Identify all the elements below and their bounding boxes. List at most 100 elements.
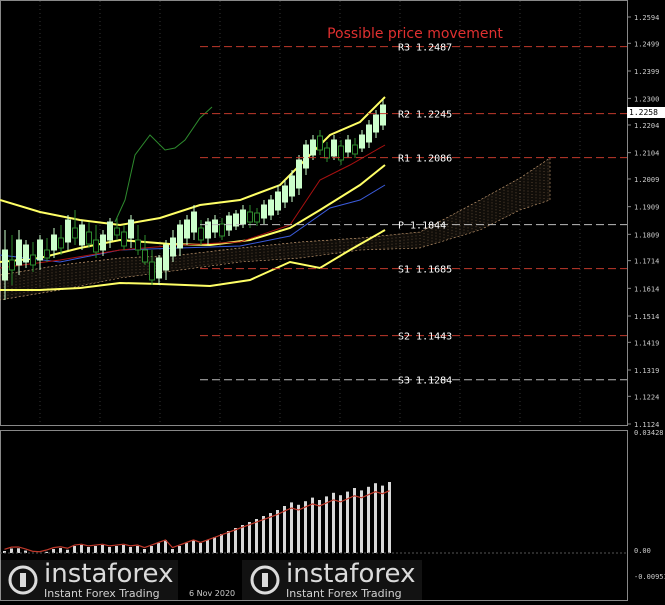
histogram-bar bbox=[353, 488, 356, 553]
watermark-sub: Instant Forex Trading bbox=[44, 587, 160, 600]
trading-chart[interactable]: R3 1.2487 R2 1.2245 R1 1.2086 P 1.1844 S1 1.… bbox=[0, 0, 665, 605]
candle-body bbox=[345, 139, 351, 153]
candle-body bbox=[219, 223, 225, 237]
histogram-bar bbox=[360, 490, 363, 553]
candle-body bbox=[352, 144, 358, 155]
histogram-bar bbox=[220, 534, 223, 553]
candle-body bbox=[254, 212, 260, 223]
candle-body bbox=[79, 224, 85, 246]
price-tick-label: 1.1714 bbox=[634, 258, 659, 266]
candle-body bbox=[289, 175, 295, 197]
candle-body bbox=[16, 239, 22, 266]
candle-body bbox=[177, 224, 183, 249]
histogram-bar bbox=[339, 495, 342, 553]
price-tick-label: 1.1419 bbox=[634, 339, 659, 347]
candle-body bbox=[261, 204, 267, 219]
price-tick-label: 1.2499 bbox=[634, 40, 659, 48]
histogram-bar bbox=[325, 496, 328, 553]
watermark-right: instaforex Instant Forex Trading bbox=[242, 560, 422, 600]
histogram-bar bbox=[283, 506, 286, 553]
price-tick-label: 1.2204 bbox=[634, 122, 659, 130]
instaforex-logo-icon bbox=[8, 565, 38, 595]
histogram-bar bbox=[269, 513, 272, 553]
price-tick-label: 1.1319 bbox=[634, 367, 659, 375]
histogram-bar bbox=[171, 549, 174, 553]
histogram-bar bbox=[52, 549, 55, 553]
price-tick-label: 1.1124 bbox=[634, 421, 659, 429]
candle-body bbox=[44, 249, 50, 259]
histogram-bar bbox=[276, 510, 279, 553]
histogram-bar bbox=[192, 540, 195, 553]
histogram-bar bbox=[115, 546, 118, 553]
pivot-level-label: S1 1.1685 bbox=[398, 265, 452, 276]
histogram-bar bbox=[262, 516, 265, 553]
candle-body bbox=[317, 135, 323, 151]
date-axis-label: 6 Nov 2020 bbox=[189, 589, 236, 598]
histogram-bar bbox=[94, 546, 97, 553]
histogram-bar bbox=[136, 546, 139, 553]
price-tick-label: 1.1224 bbox=[634, 393, 659, 401]
histogram-bar bbox=[185, 543, 188, 553]
candle-body bbox=[184, 219, 190, 239]
histogram-bar bbox=[150, 546, 153, 553]
histogram-bar bbox=[108, 547, 111, 553]
candle-body bbox=[156, 257, 162, 279]
histogram-bar bbox=[129, 547, 132, 553]
candle-body bbox=[149, 261, 155, 281]
candle-body bbox=[310, 139, 316, 156]
histogram-bar bbox=[367, 486, 370, 553]
histogram-bar bbox=[332, 492, 335, 553]
price-tick-label: 1.2594 bbox=[634, 14, 659, 22]
histogram-bar bbox=[318, 500, 321, 553]
instaforex-logo-icon bbox=[250, 565, 280, 595]
price-tick-label: 1.1909 bbox=[634, 204, 659, 212]
candle-body bbox=[303, 144, 309, 169]
price-axis: 1.2594 1.2499 1.2399 1.2300 1.2204 1.2104 1.20… bbox=[627, 14, 665, 581]
candle-body bbox=[296, 159, 302, 189]
candle-body bbox=[72, 227, 78, 239]
price-tick-label: 1.2399 bbox=[634, 68, 659, 76]
indicator-histogram bbox=[0, 482, 627, 554]
histogram-bar bbox=[206, 540, 209, 553]
pivot-level-label: S2 1.1443 bbox=[398, 332, 452, 343]
candle-body bbox=[240, 209, 246, 225]
histogram-bar bbox=[122, 545, 125, 553]
candle-body bbox=[37, 239, 43, 261]
watermark-left: instaforex Instant Forex Trading bbox=[0, 560, 178, 600]
pivot-level-label: R3 1.2487 bbox=[398, 43, 452, 54]
candle-body bbox=[65, 219, 71, 243]
candle-body bbox=[163, 244, 169, 271]
price-tick-label: 1.2300 bbox=[634, 95, 659, 103]
candle-body bbox=[2, 249, 8, 281]
candle-body bbox=[51, 234, 57, 251]
price-tick-label: 1.1809 bbox=[634, 231, 659, 239]
candle-body bbox=[373, 114, 379, 133]
current-price-tag: 1.2258 bbox=[627, 107, 665, 118]
histogram-bar bbox=[241, 525, 244, 553]
candle-body bbox=[247, 211, 253, 223]
candle-body bbox=[191, 211, 197, 233]
histogram-bar bbox=[346, 491, 349, 553]
candle-body bbox=[114, 227, 120, 236]
histogram-bar bbox=[80, 545, 83, 553]
candle-body bbox=[366, 124, 372, 143]
candle-body bbox=[30, 254, 36, 266]
histogram-bar bbox=[234, 528, 237, 553]
histogram-bar bbox=[374, 483, 377, 553]
candle-body bbox=[86, 231, 92, 245]
histogram-bar bbox=[381, 485, 384, 553]
pivot-level-label: R2 1.2245 bbox=[398, 110, 452, 121]
indicator-tick-label: -0.00951 bbox=[634, 573, 665, 581]
candle-body bbox=[135, 239, 141, 251]
candle-body bbox=[23, 244, 29, 263]
price-tick-label: 1.2104 bbox=[634, 150, 659, 158]
price-tick-label: 1.1614 bbox=[634, 285, 659, 293]
candle-body bbox=[121, 231, 127, 247]
signal-line bbox=[4, 490, 390, 553]
histogram-bar bbox=[157, 543, 160, 553]
candle-body bbox=[282, 185, 288, 203]
candle-body bbox=[93, 239, 99, 253]
candle-body bbox=[359, 134, 365, 149]
histogram-bar bbox=[290, 502, 293, 553]
histogram-bar bbox=[248, 522, 251, 553]
